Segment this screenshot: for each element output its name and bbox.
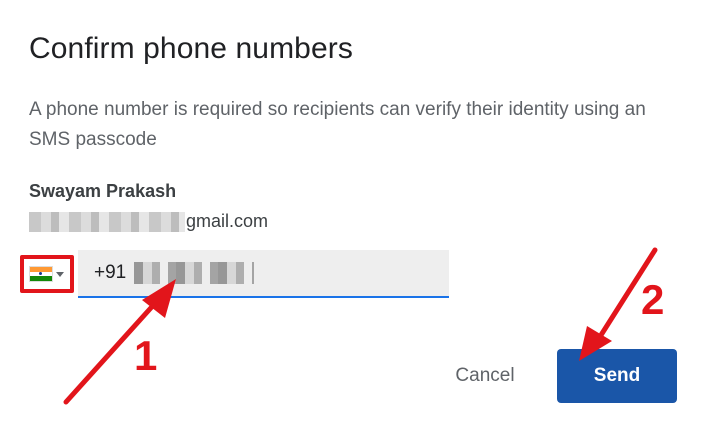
country-code-selector[interactable]: [20, 255, 74, 293]
step-1-label: 1: [134, 332, 158, 379]
send-button[interactable]: Send: [557, 349, 677, 403]
phone-redacted-block: [134, 262, 255, 284]
confirm-phone-dialog: Confirm phone numbers A phone number is …: [0, 0, 709, 435]
email-domain: gmail.com: [186, 211, 269, 231]
step-2-label: 2: [641, 276, 665, 323]
phone-country-prefix: +91: [94, 262, 127, 283]
dialog-description: A phone number is required so recipients…: [29, 99, 646, 150]
recipient-email: gmail.com: [29, 211, 268, 232]
recipient-name: Swayam Prakash: [29, 181, 177, 201]
chevron-down-icon: [56, 271, 64, 277]
phone-number-input[interactable]: +91: [78, 250, 449, 298]
india-flag-icon: [30, 267, 52, 282]
email-redacted-block: [29, 211, 185, 232]
cancel-button[interactable]: Cancel: [436, 355, 534, 397]
dialog-title: Confirm phone numbers: [29, 32, 353, 65]
